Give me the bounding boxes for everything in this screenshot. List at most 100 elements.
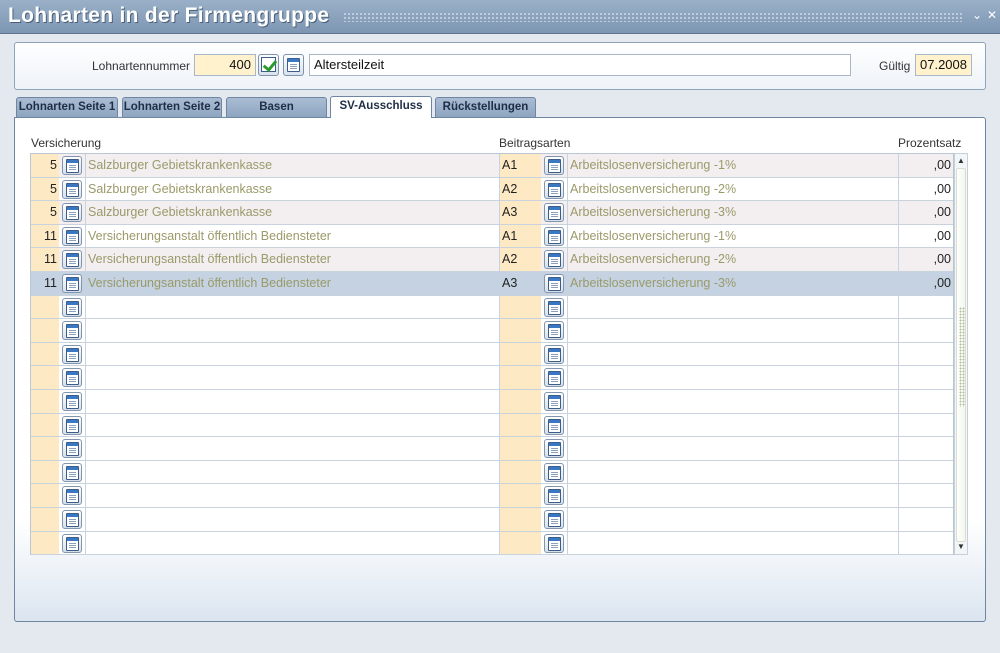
beitragsart-lookup-button[interactable] <box>544 179 564 199</box>
versicherung-nr-cell[interactable] <box>31 342 59 366</box>
prozentsatz-cell[interactable]: ,00 <box>898 154 953 177</box>
beitragsart-lookup-button[interactable] <box>544 439 564 459</box>
prozentsatz-cell[interactable] <box>898 531 953 555</box>
prozentsatz-cell[interactable] <box>898 413 953 437</box>
scroll-up-icon[interactable]: ▲ <box>955 155 967 167</box>
versicherung-lookup-button[interactable] <box>62 510 82 529</box>
table-row[interactable]: 11 Versicherungsanstalt öffentlich Bedien… <box>31 248 953 272</box>
versicherung-nr-cell[interactable]: 11 <box>31 272 59 295</box>
beitragsart-lookup-button[interactable] <box>544 510 564 529</box>
prozentsatz-cell[interactable]: ,00 <box>898 248 953 271</box>
versicherung-nr-cell[interactable] <box>31 484 59 507</box>
prozentsatz-cell[interactable] <box>898 508 953 531</box>
versicherung-nr-cell[interactable] <box>31 437 59 460</box>
versicherung-nr-cell[interactable] <box>31 460 59 484</box>
lohnartennummer-field[interactable]: 400 <box>194 54 256 76</box>
beitragsart-lookup-button[interactable] <box>544 344 564 364</box>
table-row[interactable]: 5 Salzburger Gebietskrankenkasse A3 Arbeits… <box>31 201 953 225</box>
versicherung-lookup-button[interactable] <box>62 274 82 293</box>
prozentsatz-cell[interactable] <box>898 437 953 460</box>
versicherung-nr-cell[interactable] <box>31 508 59 531</box>
versicherung-lookup-button[interactable] <box>62 203 82 223</box>
versicherung-nr-cell[interactable] <box>31 295 59 319</box>
table-row[interactable] <box>31 319 953 343</box>
versicherung-nr-cell[interactable]: 5 <box>31 154 59 177</box>
prozentsatz-cell[interactable] <box>898 366 953 389</box>
table-row[interactable] <box>31 390 953 414</box>
beitragsart-code-cell[interactable]: A3 <box>499 201 541 224</box>
beitragsart-lookup-button[interactable] <box>544 321 564 341</box>
beitragsart-lookup-button[interactable] <box>544 486 564 506</box>
beitragsart-lookup-button[interactable] <box>544 462 564 482</box>
prozentsatz-cell[interactable] <box>898 460 953 484</box>
grid-scrollbar[interactable]: ▲ ▼ <box>954 153 968 555</box>
beitragsart-code-cell[interactable] <box>499 413 541 437</box>
table-row[interactable] <box>31 437 953 461</box>
beitragsart-code-cell[interactable]: A2 <box>499 248 541 271</box>
versicherung-nr-cell[interactable] <box>31 366 59 389</box>
beitragsart-code-cell[interactable] <box>499 319 541 342</box>
beitragsart-lookup-button[interactable] <box>544 226 564 246</box>
beitragsart-lookup-button[interactable] <box>544 156 564 175</box>
versicherung-nr-cell[interactable] <box>31 413 59 437</box>
versicherung-lookup-button[interactable] <box>62 415 82 435</box>
beitragsart-code-cell[interactable] <box>499 295 541 319</box>
beitragsart-code-cell[interactable] <box>499 390 541 413</box>
table-row[interactable]: 11 Versicherungsanstalt öffentlich Bedien… <box>31 224 953 249</box>
beitragsart-code-cell[interactable]: A1 <box>499 154 541 177</box>
table-row[interactable]: 5 Salzburger Gebietskrankenkasse A2 Arbeits… <box>31 177 953 202</box>
beitragsart-code-cell[interactable] <box>499 531 541 555</box>
beitragsart-code-cell[interactable]: A1 <box>499 224 541 248</box>
prozentsatz-cell[interactable]: ,00 <box>898 177 953 201</box>
prozentsatz-cell[interactable] <box>898 390 953 413</box>
versicherung-lookup-button[interactable] <box>62 250 82 270</box>
versicherung-lookup-button[interactable] <box>62 156 82 175</box>
versicherung-lookup-button[interactable] <box>62 462 82 482</box>
confirm-button[interactable] <box>258 54 279 76</box>
tab-rueckstellungen[interactable]: Rückstellungen <box>435 97 536 117</box>
table-row[interactable] <box>31 366 953 390</box>
prozentsatz-cell[interactable] <box>898 295 953 319</box>
beitragsart-lookup-button[interactable] <box>544 368 564 388</box>
tab-lohnarten-seite-2[interactable]: Lohnarten Seite 2 <box>122 97 222 117</box>
tab-basen[interactable]: Basen <box>226 97 327 117</box>
beitragsart-code-cell[interactable] <box>499 366 541 389</box>
versicherung-nr-cell[interactable] <box>31 531 59 555</box>
beitragsart-code-cell[interactable] <box>499 460 541 484</box>
beitragsart-code-cell[interactable] <box>499 437 541 460</box>
bezeichnung-field[interactable]: Altersteilzeit <box>309 54 851 76</box>
versicherung-lookup-button[interactable] <box>62 368 82 388</box>
versicherung-lookup-button[interactable] <box>62 392 82 411</box>
lookup-button[interactable] <box>283 54 304 76</box>
close-icon[interactable]: ✕ <box>985 8 999 22</box>
table-row[interactable] <box>31 342 953 367</box>
table-row[interactable] <box>31 531 953 556</box>
beitragsart-lookup-button[interactable] <box>544 274 564 293</box>
beitragsart-code-cell[interactable] <box>499 508 541 531</box>
beitragsart-lookup-button[interactable] <box>544 250 564 270</box>
versicherung-nr-cell[interactable]: 5 <box>31 177 59 201</box>
prozentsatz-cell[interactable]: ,00 <box>898 272 953 295</box>
versicherung-nr-cell[interactable]: 11 <box>31 224 59 248</box>
beitragsart-code-cell[interactable] <box>499 484 541 507</box>
beitragsart-code-cell[interactable]: A3 <box>499 272 541 295</box>
table-row[interactable] <box>31 413 953 438</box>
versicherung-lookup-button[interactable] <box>62 533 82 553</box>
beitragsart-code-cell[interactable]: A2 <box>499 177 541 201</box>
versicherung-lookup-button[interactable] <box>62 439 82 459</box>
prozentsatz-cell[interactable] <box>898 319 953 342</box>
tab-lohnarten-seite-1[interactable]: Lohnarten Seite 1 <box>16 97 118 117</box>
versicherung-nr-cell[interactable] <box>31 319 59 342</box>
versicherung-lookup-button[interactable] <box>62 321 82 341</box>
table-row[interactable]: 5 Salzburger Gebietskrankenkasse A1 Arbeits… <box>31 154 953 178</box>
minimize-icon[interactable]: ⌄ <box>970 8 984 22</box>
beitragsart-code-cell[interactable] <box>499 342 541 366</box>
tab-sv-ausschluss[interactable]: SV-Ausschluss <box>330 96 432 118</box>
scroll-thumb[interactable] <box>956 168 966 542</box>
versicherung-lookup-button[interactable] <box>62 179 82 199</box>
table-row[interactable] <box>31 295 953 320</box>
scroll-down-icon[interactable]: ▼ <box>955 541 967 553</box>
table-row[interactable] <box>31 460 953 485</box>
beitragsart-lookup-button[interactable] <box>544 392 564 411</box>
gueltig-field[interactable]: 07.2008 <box>915 54 972 76</box>
